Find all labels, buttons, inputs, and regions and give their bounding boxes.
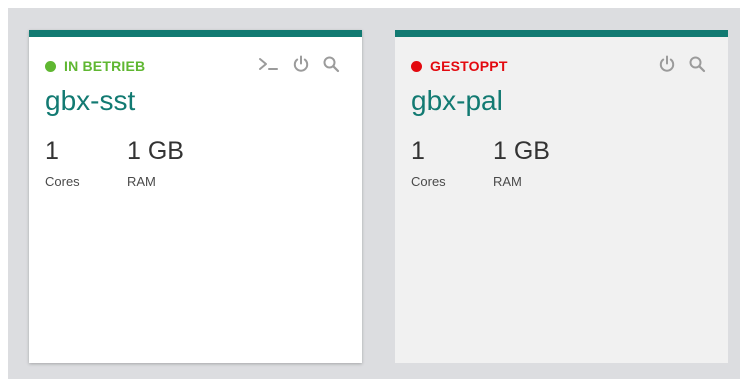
cores-label: Cores [411,174,446,189]
power-icon[interactable] [292,55,310,73]
card-actions [258,55,340,73]
server-card[interactable]: IN BETRIEB gbx-sst 1 Cores 1 GB RAM [29,30,362,363]
metric-cores: 1 Cores [411,137,446,190]
metric-ram: 1 GB RAM [493,137,550,190]
status-dot-icon [411,60,422,72]
server-card[interactable]: GESTOPPT gbx-pal 1 Cores 1 GB RAM [395,30,728,363]
cores-label: Cores [45,174,80,189]
console-icon[interactable] [258,55,280,73]
ram-value: 1 GB [493,137,550,165]
card-accent-bar [29,30,362,37]
card-accent-bar [395,30,728,37]
cores-value: 1 [411,137,425,165]
metric-cores: 1 Cores [45,137,80,190]
status-indicator: IN BETRIEB [45,58,145,74]
ram-value: 1 GB [127,137,184,165]
search-icon[interactable] [688,55,706,73]
power-icon[interactable] [658,55,676,73]
status-dot-icon [45,60,56,72]
ram-label: RAM [127,174,156,189]
status-indicator: GESTOPPT [411,58,508,74]
card-actions [658,55,706,73]
server-name[interactable]: gbx-sst [45,87,135,115]
server-board: IN BETRIEB gbx-sst 1 Cores 1 GB RAM GEST… [8,8,740,379]
search-icon[interactable] [322,55,340,73]
status-label: GESTOPPT [430,58,508,74]
status-label: IN BETRIEB [64,58,146,74]
metric-ram: 1 GB RAM [127,137,184,190]
cores-value: 1 [45,137,59,165]
ram-label: RAM [493,174,522,189]
server-name[interactable]: gbx-pal [411,87,503,115]
